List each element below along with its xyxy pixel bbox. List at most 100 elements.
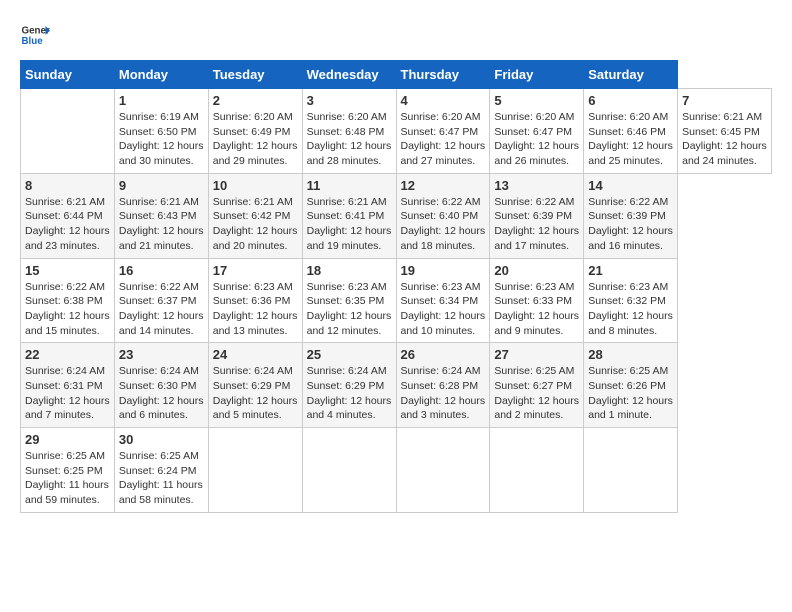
day-info: Sunrise: 6:24 AMSunset: 6:30 PMDaylight:… [119,364,204,423]
day-number: 2 [213,93,298,108]
day-info: Sunrise: 6:20 AMSunset: 6:49 PMDaylight:… [213,110,298,169]
day-number: 3 [307,93,392,108]
day-info: Sunrise: 6:19 AMSunset: 6:50 PMDaylight:… [119,110,204,169]
day-number: 1 [119,93,204,108]
day-info: Sunrise: 6:25 AMSunset: 6:26 PMDaylight:… [588,364,673,423]
day-cell: 3 Sunrise: 6:20 AMSunset: 6:48 PMDaylight… [302,89,396,174]
day-number: 6 [588,93,673,108]
day-header-friday: Friday [490,61,584,89]
header: General Blue [20,20,772,50]
day-cell: 10 Sunrise: 6:21 AMSunset: 6:42 PMDayligh… [208,173,302,258]
day-number: 26 [401,347,486,362]
day-cell: 8Sunrise: 6:21 AMSunset: 6:44 PMDaylight… [21,173,115,258]
day-info: Sunrise: 6:22 AMSunset: 6:37 PMDaylight:… [119,280,204,339]
day-number: 7 [682,93,767,108]
day-info: Sunrise: 6:25 AMSunset: 6:27 PMDaylight:… [494,364,579,423]
logo-icon: General Blue [20,20,50,50]
day-cell: 6 Sunrise: 6:20 AMSunset: 6:46 PMDaylight… [584,89,678,174]
day-cell: 16 Sunrise: 6:22 AMSunset: 6:37 PMDayligh… [114,258,208,343]
day-info: Sunrise: 6:22 AMSunset: 6:39 PMDaylight:… [588,195,673,254]
day-cell [302,428,396,513]
day-header-saturday: Saturday [584,61,678,89]
day-cell [21,89,115,174]
day-info: Sunrise: 6:24 AMSunset: 6:31 PMDaylight:… [25,364,110,423]
day-number: 13 [494,178,579,193]
day-cell [584,428,678,513]
day-number: 28 [588,347,673,362]
day-number: 5 [494,93,579,108]
day-cell: 24 Sunrise: 6:24 AMSunset: 6:29 PMDayligh… [208,343,302,428]
day-cell: 28 Sunrise: 6:25 AMSunset: 6:26 PMDayligh… [584,343,678,428]
week-row-2: 8Sunrise: 6:21 AMSunset: 6:44 PMDaylight… [21,173,772,258]
day-info: Sunrise: 6:23 AMSunset: 6:33 PMDaylight:… [494,280,579,339]
day-cell: 25 Sunrise: 6:24 AMSunset: 6:29 PMDayligh… [302,343,396,428]
day-number: 19 [401,263,486,278]
day-number: 30 [119,432,204,447]
day-number: 21 [588,263,673,278]
day-number: 20 [494,263,579,278]
day-info: Sunrise: 6:21 AMSunset: 6:43 PMDaylight:… [119,195,204,254]
day-cell: 7 Sunrise: 6:21 AMSunset: 6:45 PMDaylight… [678,89,772,174]
day-info: Sunrise: 6:20 AMSunset: 6:47 PMDaylight:… [494,110,579,169]
day-cell: 22Sunrise: 6:24 AMSunset: 6:31 PMDayligh… [21,343,115,428]
day-cell: 21 Sunrise: 6:23 AMSunset: 6:32 PMDayligh… [584,258,678,343]
day-cell: 27 Sunrise: 6:25 AMSunset: 6:27 PMDayligh… [490,343,584,428]
day-info: Sunrise: 6:21 AMSunset: 6:42 PMDaylight:… [213,195,298,254]
day-header-tuesday: Tuesday [208,61,302,89]
calendar-table: SundayMondayTuesdayWednesdayThursdayFrid… [20,60,772,513]
day-number: 11 [307,178,392,193]
day-number: 4 [401,93,486,108]
day-info: Sunrise: 6:24 AMSunset: 6:28 PMDaylight:… [401,364,486,423]
day-info: Sunrise: 6:24 AMSunset: 6:29 PMDaylight:… [307,364,392,423]
day-info: Sunrise: 6:21 AMSunset: 6:41 PMDaylight:… [307,195,392,254]
day-cell: 20 Sunrise: 6:23 AMSunset: 6:33 PMDayligh… [490,258,584,343]
day-cell: 30 Sunrise: 6:25 AMSunset: 6:24 PMDayligh… [114,428,208,513]
day-cell: 19 Sunrise: 6:23 AMSunset: 6:34 PMDayligh… [396,258,490,343]
day-cell: 17 Sunrise: 6:23 AMSunset: 6:36 PMDayligh… [208,258,302,343]
day-number: 10 [213,178,298,193]
day-number: 29 [25,432,110,447]
day-info: Sunrise: 6:20 AMSunset: 6:46 PMDaylight:… [588,110,673,169]
day-number: 25 [307,347,392,362]
header-row: SundayMondayTuesdayWednesdayThursdayFrid… [21,61,772,89]
day-cell: 4 Sunrise: 6:20 AMSunset: 6:47 PMDaylight… [396,89,490,174]
day-cell: 5 Sunrise: 6:20 AMSunset: 6:47 PMDaylight… [490,89,584,174]
day-cell: 11 Sunrise: 6:21 AMSunset: 6:41 PMDayligh… [302,173,396,258]
day-cell: 14 Sunrise: 6:22 AMSunset: 6:39 PMDayligh… [584,173,678,258]
day-cell: 13Sunrise: 6:22 AMSunset: 6:39 PMDayligh… [490,173,584,258]
day-info: Sunrise: 6:24 AMSunset: 6:29 PMDaylight:… [213,364,298,423]
day-header-wednesday: Wednesday [302,61,396,89]
day-cell [490,428,584,513]
day-info: Sunrise: 6:23 AMSunset: 6:34 PMDaylight:… [401,280,486,339]
day-number: 12 [401,178,486,193]
day-info: Sunrise: 6:25 AMSunset: 6:25 PMDaylight:… [25,449,110,508]
day-header-monday: Monday [114,61,208,89]
day-number: 14 [588,178,673,193]
day-info: Sunrise: 6:23 AMSunset: 6:36 PMDaylight:… [213,280,298,339]
day-info: Sunrise: 6:23 AMSunset: 6:32 PMDaylight:… [588,280,673,339]
day-cell: 9Sunrise: 6:21 AMSunset: 6:43 PMDaylight… [114,173,208,258]
day-number: 17 [213,263,298,278]
day-cell [396,428,490,513]
day-cell: 23Sunrise: 6:24 AMSunset: 6:30 PMDayligh… [114,343,208,428]
day-cell: 29 Sunrise: 6:25 AMSunset: 6:25 PMDayligh… [21,428,115,513]
day-header-sunday: Sunday [21,61,115,89]
day-cell: 15Sunrise: 6:22 AMSunset: 6:38 PMDayligh… [21,258,115,343]
day-info: Sunrise: 6:21 AMSunset: 6:45 PMDaylight:… [682,110,767,169]
day-info: Sunrise: 6:20 AMSunset: 6:47 PMDaylight:… [401,110,486,169]
day-number: 16 [119,263,204,278]
week-row-3: 15Sunrise: 6:22 AMSunset: 6:38 PMDayligh… [21,258,772,343]
day-cell: 26 Sunrise: 6:24 AMSunset: 6:28 PMDayligh… [396,343,490,428]
day-cell [208,428,302,513]
day-number: 27 [494,347,579,362]
logo: General Blue [20,20,50,50]
day-cell: 1 Sunrise: 6:19 AMSunset: 6:50 PMDaylight… [114,89,208,174]
day-info: Sunrise: 6:25 AMSunset: 6:24 PMDaylight:… [119,449,204,508]
day-number: 8 [25,178,110,193]
svg-text:Blue: Blue [22,36,44,47]
day-info: Sunrise: 6:20 AMSunset: 6:48 PMDaylight:… [307,110,392,169]
day-info: Sunrise: 6:22 AMSunset: 6:40 PMDaylight:… [401,195,486,254]
week-row-1: 1 Sunrise: 6:19 AMSunset: 6:50 PMDaylight… [21,89,772,174]
day-cell: 18Sunrise: 6:23 AMSunset: 6:35 PMDayligh… [302,258,396,343]
day-number: 24 [213,347,298,362]
